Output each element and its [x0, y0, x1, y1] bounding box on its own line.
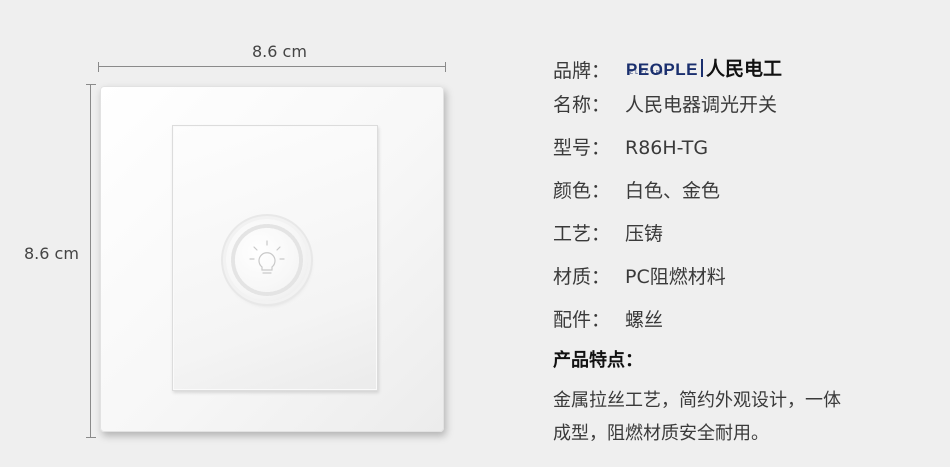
brand-logo-cn: 人民电工: [705, 58, 782, 80]
spec-value: PC阻燃材料: [625, 266, 726, 288]
height-dimension-label: 8.6 cm: [24, 244, 79, 263]
brand-logo: PEOPLE 人民电工 ELECTRIC: [626, 54, 782, 80]
brand-logo-small: ELECTRIC: [630, 70, 671, 76]
height-dimension-line: [86, 84, 96, 438]
features-title: 产品特点：: [553, 350, 643, 371]
dimmer-switch-plate: [100, 86, 444, 432]
spec-key: 颜色：: [553, 180, 611, 202]
spec-key: 型号：: [553, 137, 611, 159]
spec-row-material: 材质： PC阻燃材料: [553, 262, 726, 289]
width-dimension-label: 8.6 cm: [252, 42, 307, 61]
spec-key: 品牌：: [553, 60, 611, 82]
spec-value: 白色、金色: [625, 180, 721, 202]
spec-key: 配件：: [553, 309, 611, 331]
spec-key: 材质：: [553, 266, 611, 288]
spec-row-brand: 品牌：: [553, 56, 625, 83]
spec-value: 螺丝: [625, 309, 664, 331]
features-line-1: 金属拉丝工艺，简约外观设计，一体: [553, 390, 841, 411]
dimmer-knob: [226, 219, 308, 301]
spec-key: 名称：: [553, 94, 611, 116]
spec-row-color: 颜色： 白色、金色: [553, 176, 720, 203]
light-bulb-icon: [231, 224, 303, 296]
spec-value: 人民电器调光开关: [625, 94, 778, 116]
spec-key: 工艺：: [553, 223, 611, 245]
product-detail-image: 8.6 cm 8.6 cm 品牌： PEOPLE 人民电工 ELECTRIC 名…: [0, 0, 950, 467]
spec-row-process: 工艺： 压铸: [553, 219, 663, 246]
features-line-2: 成型，阻燃材质安全耐用。: [553, 423, 769, 444]
width-dimension-line: [98, 62, 446, 72]
spec-row-name: 名称： 人民电器调光开关: [553, 90, 777, 117]
spec-row-model: 型号： R86H-TG: [553, 133, 708, 160]
spec-row-accessory: 配件： 螺丝: [553, 305, 663, 332]
spec-value: R86H-TG: [625, 137, 709, 159]
spec-value: 压铸: [625, 223, 664, 245]
